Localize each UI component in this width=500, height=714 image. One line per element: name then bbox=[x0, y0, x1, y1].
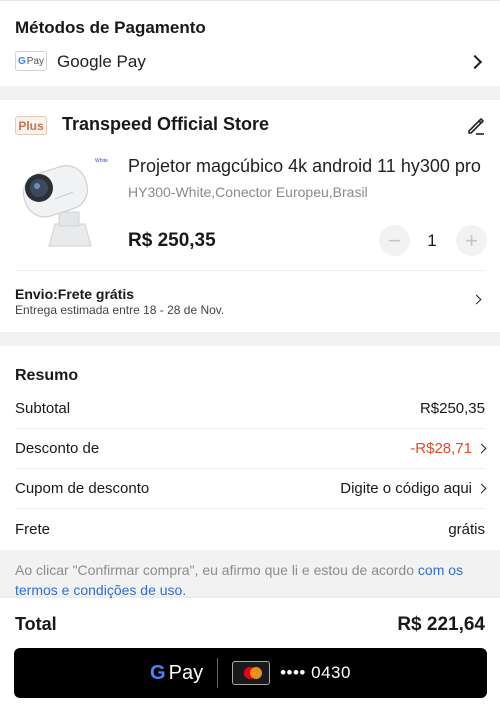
coupon-input-prompt[interactable]: Digite o código aqui bbox=[340, 480, 472, 497]
summary-row-value: grátis bbox=[448, 520, 485, 538]
product-price: R$ 250,35 bbox=[128, 230, 216, 251]
product-image[interactable]: White bbox=[15, 154, 111, 250]
store-name[interactable]: Transpeed Official Store bbox=[62, 114, 269, 135]
google-pay-button[interactable]: G Pay •••• 0430 bbox=[14, 648, 487, 698]
total-value: R$ 221,64 bbox=[397, 614, 485, 635]
chevron-right-icon[interactable] bbox=[471, 294, 482, 305]
store-section: Plus Transpeed Official Store White Proj… bbox=[0, 100, 500, 332]
total-label: Total bbox=[15, 614, 57, 634]
summary-title: Resumo bbox=[15, 367, 79, 384]
payment-method-name[interactable]: Google Pay bbox=[57, 52, 146, 72]
summary-row-coupon[interactable]: Cupom de desconto Digite o código aqui bbox=[15, 469, 487, 509]
chevron-right-icon[interactable] bbox=[467, 54, 483, 70]
divider bbox=[217, 658, 219, 688]
product-variant[interactable]: HY300-White,Conector Europeu,Brasil bbox=[128, 184, 368, 200]
summary-row-label: Desconto de bbox=[15, 440, 100, 457]
google-pay-logo: G Pay bbox=[150, 661, 204, 684]
chevron-right-icon[interactable] bbox=[476, 483, 487, 494]
summary-row-label: Frete bbox=[15, 520, 51, 538]
summary-row-label: Cupom de desconto bbox=[15, 480, 150, 497]
summary-section: Resumo Subtotal R$250,35 Desconto de -R$… bbox=[0, 346, 500, 550]
quantity-increase-button[interactable]: + bbox=[456, 225, 487, 256]
shipping-title[interactable]: Envio:Frete grátis bbox=[15, 286, 134, 302]
chevron-right-icon[interactable] bbox=[476, 443, 487, 454]
plus-badge: Plus bbox=[15, 116, 47, 135]
legal-notice: Ao clicar "Confirmar compra", eu afirmo … bbox=[15, 562, 464, 598]
summary-row-shipping: Frete grátis bbox=[15, 509, 485, 549]
summary-row-value: R$250,35 bbox=[419, 400, 485, 417]
divider bbox=[15, 270, 485, 271]
checkout-bar: Total R$ 221,64 G Pay •••• 0430 bbox=[0, 598, 500, 714]
card-number: •••• 0430 bbox=[280, 663, 351, 682]
summary-row-subtotal: Subtotal R$250,35 bbox=[15, 389, 485, 429]
mastercard-icon bbox=[232, 661, 271, 685]
edit-icon[interactable] bbox=[466, 116, 486, 136]
discount-value: -R$28,71 bbox=[410, 440, 472, 457]
payment-methods-title: Métodos de Pagamento bbox=[15, 18, 206, 37]
shipping-estimate: Entrega estimada entre 18 - 28 de Nov. bbox=[15, 303, 225, 317]
summary-row-discount[interactable]: Desconto de -R$28,71 bbox=[15, 429, 487, 469]
payment-methods-section: Métodos de Pagamento G Pay Google Pay bbox=[0, 0, 500, 86]
google-pay-icon: G Pay bbox=[15, 51, 47, 71]
summary-row-label: Subtotal bbox=[15, 400, 71, 417]
quantity-decrease-button[interactable]: − bbox=[379, 225, 410, 256]
product-title[interactable]: Projetor magcúbico 4k android 11 hy300 p… bbox=[128, 156, 488, 177]
product-image-label: White bbox=[95, 158, 108, 164]
quantity-value: 1 bbox=[427, 231, 437, 250]
